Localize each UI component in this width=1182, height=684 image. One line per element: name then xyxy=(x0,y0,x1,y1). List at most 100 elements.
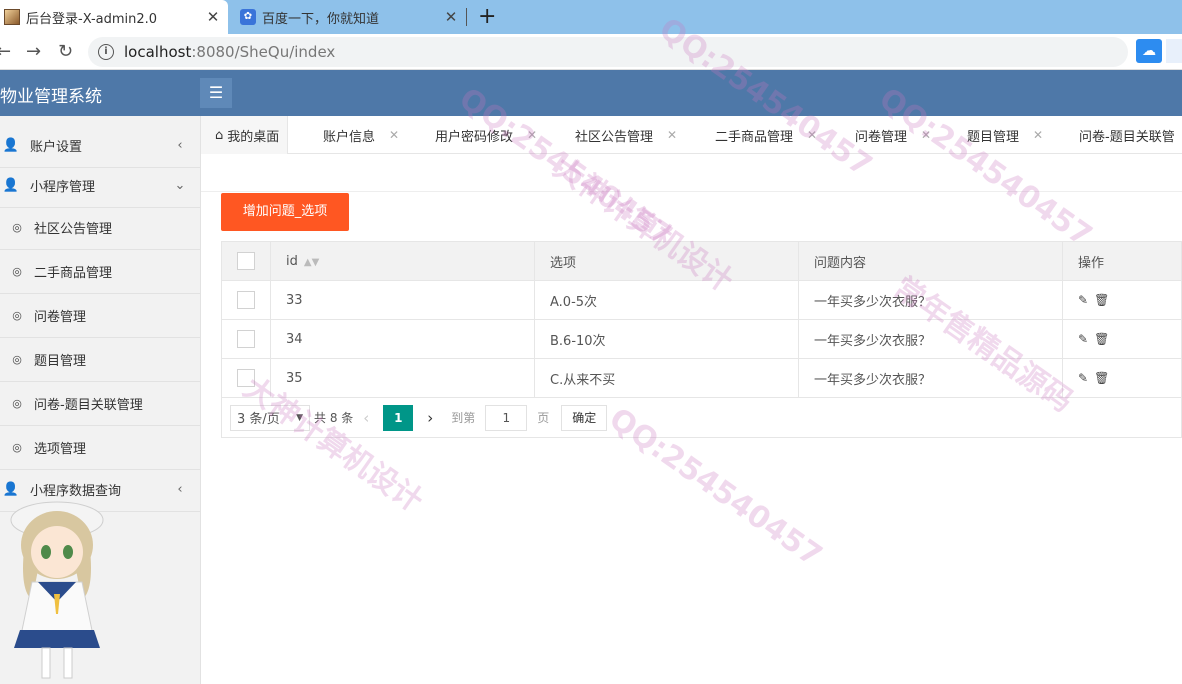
row-checkbox[interactable] xyxy=(237,369,255,387)
tab-secondhand-goods[interactable]: 二手商品管理 ✕ xyxy=(715,116,817,154)
edit-pencil-icon[interactable]: ✎ xyxy=(1078,332,1088,346)
forward-arrow-icon[interactable]: → xyxy=(26,41,41,62)
sidebar-item-option-manage[interactable]: ◎ 选项管理 xyxy=(0,426,200,470)
tab-question[interactable]: 题目管理 ✕ xyxy=(967,116,1043,154)
admin-favicon-icon xyxy=(4,9,20,25)
browser-tab-admin[interactable]: 后台登录-X-admin2.0 ✕ xyxy=(0,0,228,34)
mascot-avatar xyxy=(10,501,104,679)
sidebar-item-questionnaire[interactable]: ◎ 问卷管理 xyxy=(0,294,200,338)
page-size-select[interactable]: 3 条/页 ▼ xyxy=(230,404,310,431)
row-select-cell xyxy=(221,358,271,398)
prev-page-icon[interactable]: ‹ xyxy=(363,409,369,427)
goto-confirm-button[interactable]: 确定 xyxy=(561,404,608,431)
sidebar-item-miniprogram-manage[interactable]: 👤 小程序管理 ⌄ xyxy=(0,164,200,208)
edit-pencil-icon[interactable]: ✎ xyxy=(1078,371,1088,385)
cell-question: 一年买多少次衣服？ xyxy=(798,358,1063,398)
page-size-value: 3 条/页 xyxy=(237,412,280,427)
circle-user-icon: ◎ xyxy=(12,265,22,278)
column-header-id[interactable]: id ▲▼ xyxy=(270,241,535,281)
pagination: 3 条/页 ▼ 共 8 条 ‹ 1 › 到第 1 页 确定 xyxy=(221,398,1182,438)
dropdown-triangle-icon: ▼ xyxy=(296,412,303,423)
close-icon[interactable]: ✕ xyxy=(389,128,399,142)
next-page-icon[interactable]: › xyxy=(427,409,433,427)
cell-question: 一年买多少次衣服？ xyxy=(798,280,1063,320)
sidebar-item-label: 问卷管理 xyxy=(34,310,87,325)
sidebar-item-label: 题目管理 xyxy=(34,354,87,369)
close-icon[interactable]: ✕ xyxy=(442,8,460,26)
tab-account-info[interactable]: 账户信息 ✕ xyxy=(323,116,399,154)
select-all-cell xyxy=(221,241,271,281)
close-icon[interactable]: ✕ xyxy=(204,8,222,26)
tab-questionnaire[interactable]: 问卷管理 ✕ xyxy=(855,116,931,154)
tab-my-desktop[interactable]: ⌂ 我的桌面 xyxy=(201,116,289,154)
column-label: id xyxy=(286,253,298,269)
tab-label: 用户密码修改 xyxy=(435,129,514,145)
tab-label: 二手商品管理 xyxy=(715,129,794,145)
sort-icon[interactable]: ▲▼ xyxy=(304,257,319,268)
column-header-actions: 操作 xyxy=(1062,241,1182,281)
tab-questionnaire-question-link[interactable]: 问卷-题目关联管 xyxy=(1079,116,1175,154)
tab-label: 账户信息 xyxy=(323,129,376,145)
select-all-checkbox[interactable] xyxy=(237,252,255,270)
close-icon[interactable]: ✕ xyxy=(527,128,537,142)
goto-page-input[interactable]: 1 xyxy=(485,404,528,431)
cell-id: 34 xyxy=(270,319,535,359)
circle-user-icon: ◎ xyxy=(12,353,22,366)
cell-option: B.6-10次 xyxy=(534,319,799,359)
browser-tab-strip: 后台登录-X-admin2.0 ✕ ✿ 百度一下，你就知道 ✕ + xyxy=(0,0,1182,34)
close-icon[interactable]: ✕ xyxy=(667,128,677,142)
row-checkbox[interactable] xyxy=(237,330,255,348)
url-path: :8080/SheQu/index xyxy=(191,43,336,61)
sidebar-item-question[interactable]: ◎ 题目管理 xyxy=(0,338,200,382)
extension-button[interactable] xyxy=(1166,39,1182,63)
new-tab-plus-icon[interactable]: + xyxy=(478,4,496,29)
sidebar-item-account-settings[interactable]: 👤 账户设置 ‹ xyxy=(0,124,200,168)
circle-user-icon: ◎ xyxy=(12,221,22,234)
back-arrow-icon[interactable]: ← xyxy=(0,41,11,62)
reload-icon[interactable]: ↻ xyxy=(58,41,73,62)
menu-icon[interactable]: ☰ xyxy=(200,78,232,108)
user-icon: 👤 xyxy=(2,138,20,153)
goto-label: 到第 xyxy=(451,411,476,425)
sidebar-item-label: 小程序管理 xyxy=(30,180,96,195)
table-row: 34 B.6-10次 一年买多少次衣服？ ✎ 🗑 xyxy=(221,319,1182,359)
add-question-option-button[interactable]: 增加问题_选项 xyxy=(221,193,349,231)
table-row: 35 C.从来不买 一年买多少次衣服？ ✎ 🗑 xyxy=(221,358,1182,398)
browser-toolbar: ← → ↻ i localhost :8080/SheQu/index ☁ xyxy=(0,34,1182,70)
table-row: 33 A.0-5次 一年买多少次衣服？ ✎ 🗑 xyxy=(221,280,1182,320)
main-content: 增加问题_选项 id ▲▼ 选项 问题内容 操作 33 A.0-5次 一年买多少次… xyxy=(201,154,1182,684)
close-icon[interactable]: ✕ xyxy=(807,128,817,142)
close-icon[interactable]: ✕ xyxy=(921,128,931,142)
tab-label: 问卷-题目关联管 xyxy=(1079,129,1175,145)
circle-user-icon: ◎ xyxy=(12,309,22,322)
browser-tab-baidu[interactable]: ✿ 百度一下，你就知道 ✕ xyxy=(230,0,466,34)
tab-separator xyxy=(466,8,467,26)
cell-actions: ✎ 🗑 xyxy=(1062,319,1182,359)
sidebar-item-community-notice[interactable]: ◎ 社区公告管理 xyxy=(0,206,200,250)
address-bar[interactable]: i localhost :8080/SheQu/index xyxy=(88,37,1128,67)
divider xyxy=(201,191,1182,192)
trash-icon[interactable]: 🗑 xyxy=(1094,332,1109,346)
current-page-button[interactable]: 1 xyxy=(383,404,414,431)
sidebar-item-label: 账户设置 xyxy=(30,140,83,155)
options-table: id ▲▼ 选项 问题内容 操作 33 A.0-5次 一年买多少次衣服？ ✎ 🗑 3… xyxy=(221,241,1182,398)
url-host: localhost xyxy=(124,43,192,61)
edit-pencil-icon[interactable]: ✎ xyxy=(1078,293,1088,307)
tab-label: 我的桌面 xyxy=(227,129,280,145)
tab-community-notice[interactable]: 社区公告管理 ✕ xyxy=(575,116,677,154)
row-checkbox[interactable] xyxy=(237,291,255,309)
sidebar-item-label: 社区公告管理 xyxy=(34,222,113,237)
extension-cloud-icon[interactable]: ☁ xyxy=(1136,39,1162,63)
trash-icon[interactable]: 🗑 xyxy=(1094,293,1109,307)
page-tab-bar: ⌂ 我的桌面 账户信息 ✕ 用户密码修改 ✕ 社区公告管理 ✕ 二手商品管理 ✕ 问卷管… xyxy=(201,116,1182,154)
tab-password-change[interactable]: 用户密码修改 ✕ xyxy=(435,116,537,154)
info-icon[interactable]: i xyxy=(98,44,114,60)
close-icon[interactable]: ✕ xyxy=(1033,128,1043,142)
sidebar-item-questionnaire-question-link[interactable]: ◎ 问卷-题目关联管理 xyxy=(0,382,200,426)
total-count: 共 8 条 xyxy=(314,411,354,425)
sidebar-item-secondhand-goods[interactable]: ◎ 二手商品管理 xyxy=(0,250,200,294)
tab-label: 问卷管理 xyxy=(855,129,908,145)
sidebar-item-label: 问卷-题目关联管理 xyxy=(34,398,143,413)
trash-icon[interactable]: 🗑 xyxy=(1094,371,1109,385)
table-header-row: id ▲▼ 选项 问题内容 操作 xyxy=(221,241,1182,281)
